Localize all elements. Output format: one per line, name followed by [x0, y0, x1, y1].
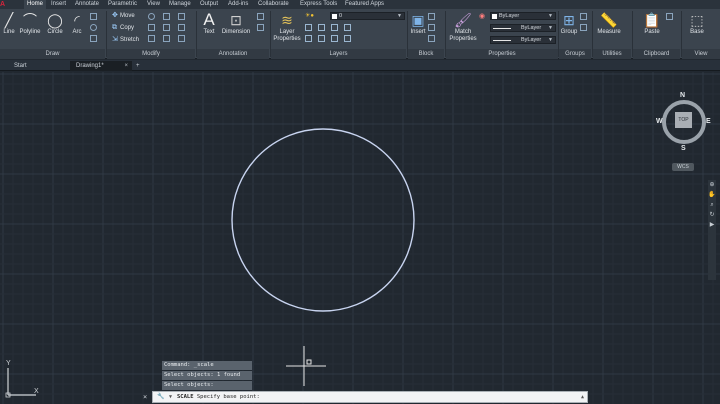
command-history-line: Select objects:: [162, 381, 252, 390]
command-prompt: SCALE Specify base point:: [177, 392, 260, 402]
circle-object[interactable]: [231, 128, 415, 312]
ucs-x-label: X: [34, 388, 39, 395]
command-history: Command: _scale Select objects: 1 found …: [162, 361, 252, 391]
compass-south[interactable]: S: [681, 145, 686, 152]
wcs-menu[interactable]: WCS: [672, 163, 694, 171]
pan-icon[interactable]: ✋: [708, 190, 716, 200]
command-prompt-text: Specify base point:: [196, 394, 260, 400]
crosshair-cursor: [286, 346, 326, 386]
autocad-window: A Home Insert Annotate Parametric View M…: [0, 0, 720, 404]
close-icon[interactable]: ×: [143, 392, 147, 402]
ucs-y-label: Y: [6, 360, 11, 367]
command-history-line: Command: _scale: [162, 361, 252, 370]
wrench-icon[interactable]: 🔧: [157, 392, 164, 402]
current-command: SCALE: [177, 394, 194, 400]
viewcube[interactable]: N S W E TOP: [655, 90, 713, 160]
compass-west[interactable]: W: [656, 118, 663, 125]
chevron-up-icon[interactable]: ▲: [581, 392, 584, 402]
command-history-line: Select objects: 1 found: [162, 371, 252, 380]
orbit-icon[interactable]: ↻: [708, 210, 716, 220]
drawing-overlay: [231, 128, 415, 386]
steering-wheel-icon[interactable]: ⊕: [708, 180, 716, 190]
compass-east[interactable]: E: [706, 118, 711, 125]
chevron-down-icon[interactable]: ▼: [169, 392, 172, 402]
ucs-icon[interactable]: Y X: [4, 360, 40, 398]
command-line-input[interactable]: × 🔧 ▼ SCALE Specify base point: ▲: [143, 391, 588, 403]
viewcube-top-face[interactable]: TOP: [675, 112, 692, 128]
navigation-bar: ⊕ ✋ ⌕ ↻ ▶: [708, 180, 716, 280]
compass-north[interactable]: N: [680, 92, 685, 99]
showmotion-icon[interactable]: ▶: [708, 220, 716, 230]
zoom-icon[interactable]: ⌕: [708, 200, 716, 210]
